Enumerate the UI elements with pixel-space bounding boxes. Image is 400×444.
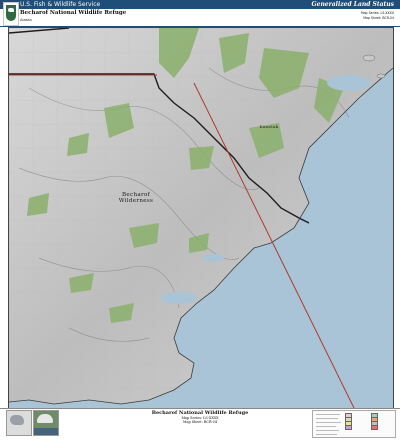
wilderness-label: Becharof Wilderness (118, 192, 154, 204)
photo-water (34, 428, 58, 435)
agency-logo (3, 2, 19, 26)
refuge-title: Becharof National Wildlife Refuge (20, 10, 127, 16)
map-sheet-id: Map Sheet: BCR-04 (363, 15, 394, 20)
map-canvas (9, 28, 393, 408)
footer-sheet: Map Sheet: BCR-04 (182, 420, 217, 425)
legend-swatch (345, 425, 352, 430)
locator-landmass (10, 415, 24, 425)
refuge-photo (33, 410, 59, 436)
bird-icon (8, 8, 14, 12)
map-sheet: U.S. Fish & Wildlife Service Generalized… (0, 0, 400, 444)
legend-swatch (371, 425, 378, 430)
agency-name: U.S. Fish & Wildlife Service (20, 1, 101, 8)
map-identifiers: Map Series: LS-XXXX Map Sheet: BCR-04 (361, 11, 394, 20)
photo-mountain (37, 414, 53, 423)
map-series: Map Series: LS-XXXX (360, 11, 394, 15)
land-status-legend (312, 410, 396, 438)
map-view[interactable]: Becharof Wilderness Kanatak (8, 27, 394, 409)
place-label: Kanatak (259, 124, 279, 129)
state-label: Alaska (20, 18, 32, 22)
footer-title-block: Becharof National Wildlife Refuge Map Se… (140, 410, 260, 425)
map-status-title: Generalized Land Status (311, 1, 395, 8)
locator-globe (6, 410, 32, 436)
